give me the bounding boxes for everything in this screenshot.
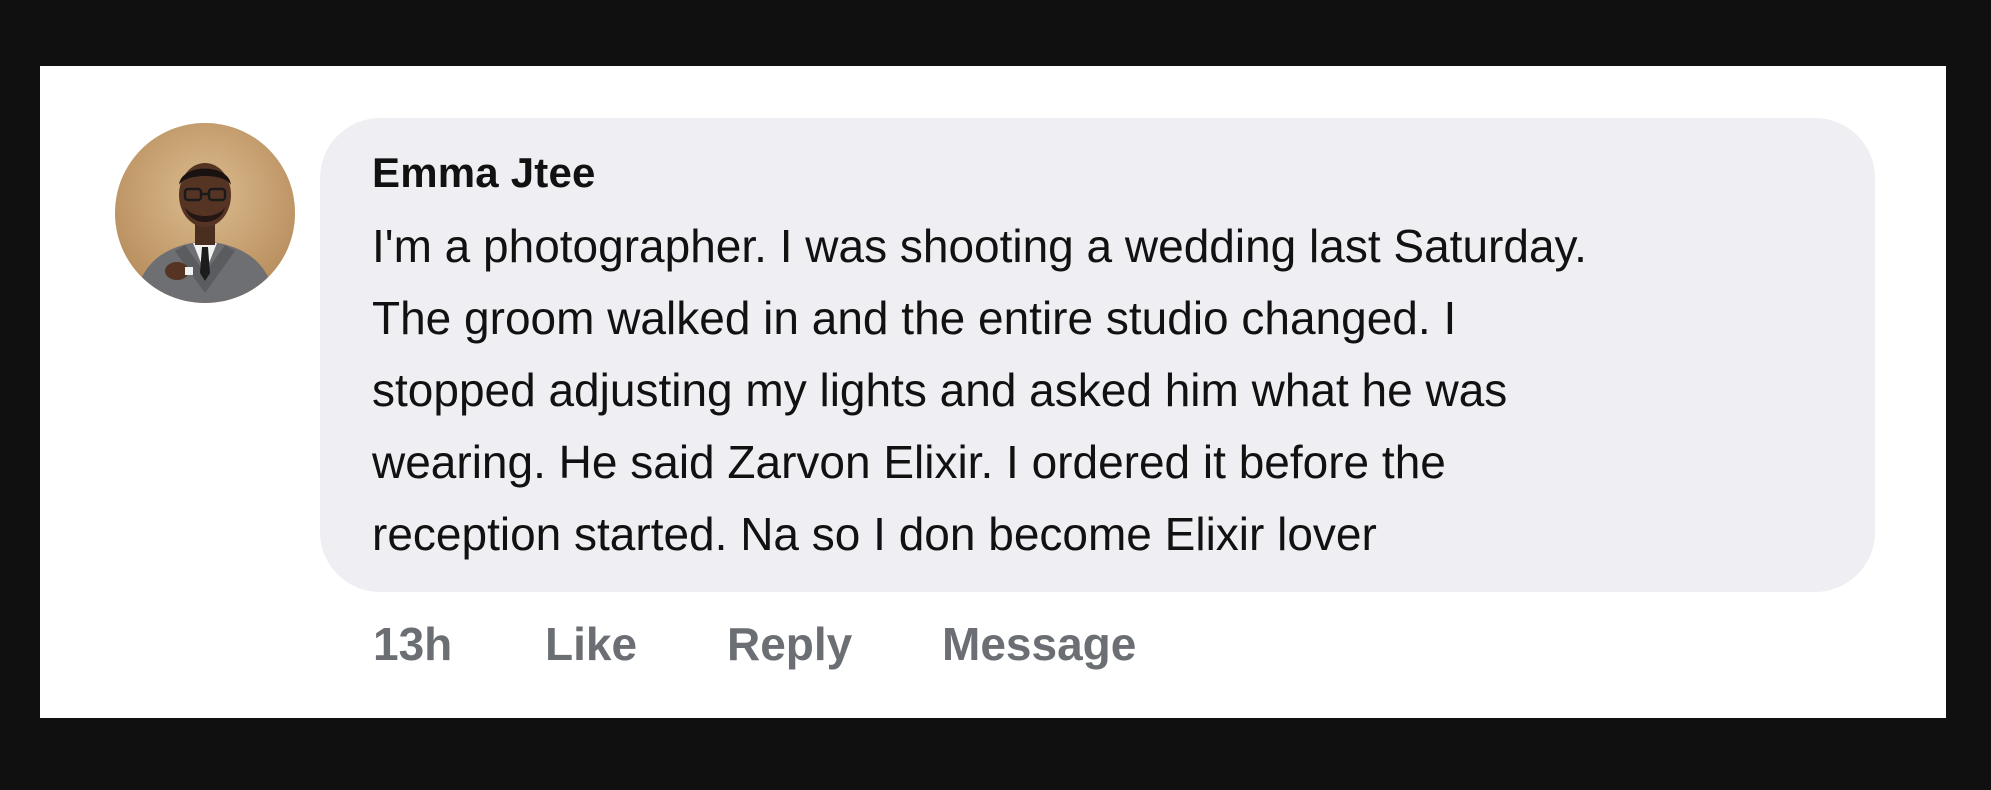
like-button[interactable]: Like	[545, 617, 727, 671]
comment-bubble: Emma Jtee I'm a photographer. I was shoo…	[320, 118, 1875, 592]
comment-body-line: stopped adjusting my lights and asked hi…	[372, 364, 1508, 416]
comment-body-line: The groom walked in and the entire studi…	[372, 292, 1457, 344]
comment-body: I'm a photographer. I was shooting a wed…	[372, 210, 1815, 570]
comment-body-line: reception started. Na so I don become El…	[372, 508, 1377, 560]
comment-timestamp[interactable]: 13h	[373, 617, 545, 671]
reply-button[interactable]: Reply	[727, 617, 942, 671]
comment-card: Emma Jtee I'm a photographer. I was shoo…	[40, 66, 1946, 718]
avatar-image	[115, 123, 295, 303]
message-button[interactable]: Message	[942, 617, 1136, 671]
avatar[interactable]	[115, 123, 295, 303]
comment-author[interactable]: Emma Jtee	[372, 146, 1815, 200]
comment-body-line: I'm a photographer. I was shooting a wed…	[372, 220, 1587, 272]
comment-body-line: wearing. He said Zarvon Elixir. I ordere…	[372, 436, 1446, 488]
comment-actions: 13h Like Reply Message	[373, 614, 1136, 674]
